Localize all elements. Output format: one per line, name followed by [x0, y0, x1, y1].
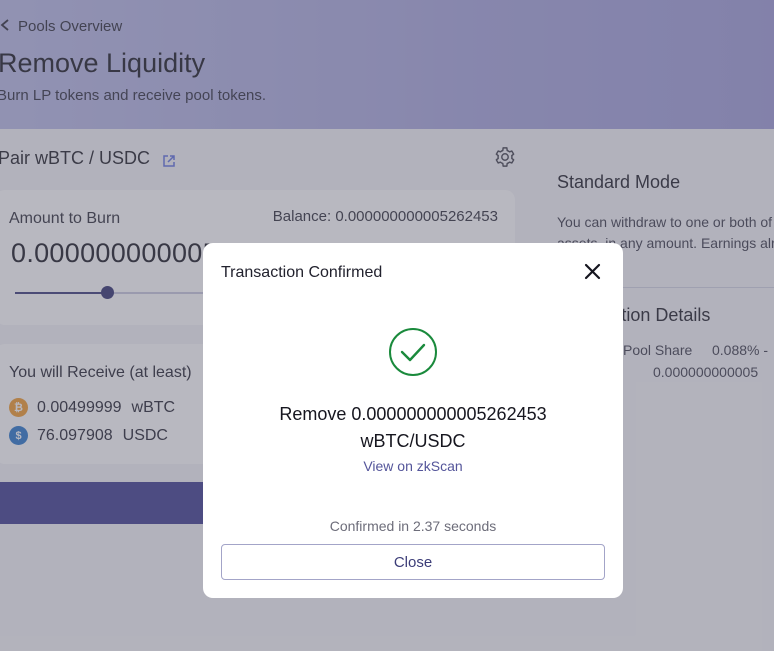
transaction-confirmed-dialog: Transaction Confirmed Remove 0.000000000… — [203, 243, 623, 598]
dialog-message-line2: wBTC/USDC — [360, 431, 466, 451]
dialog-title: Transaction Confirmed — [221, 264, 383, 281]
success-check-icon — [388, 327, 438, 377]
close-button[interactable]: Close — [221, 544, 605, 580]
dialog-message: Remove 0.000000000005262453 wBTC/USDC — [203, 401, 623, 455]
close-icon[interactable] — [584, 263, 601, 280]
view-on-zkscan-link[interactable]: View on zkScan — [203, 458, 623, 474]
dialog-message-line1: Remove 0.000000000005262453 — [279, 404, 547, 424]
confirmation-time: Confirmed in 2.37 seconds — [329, 518, 497, 534]
